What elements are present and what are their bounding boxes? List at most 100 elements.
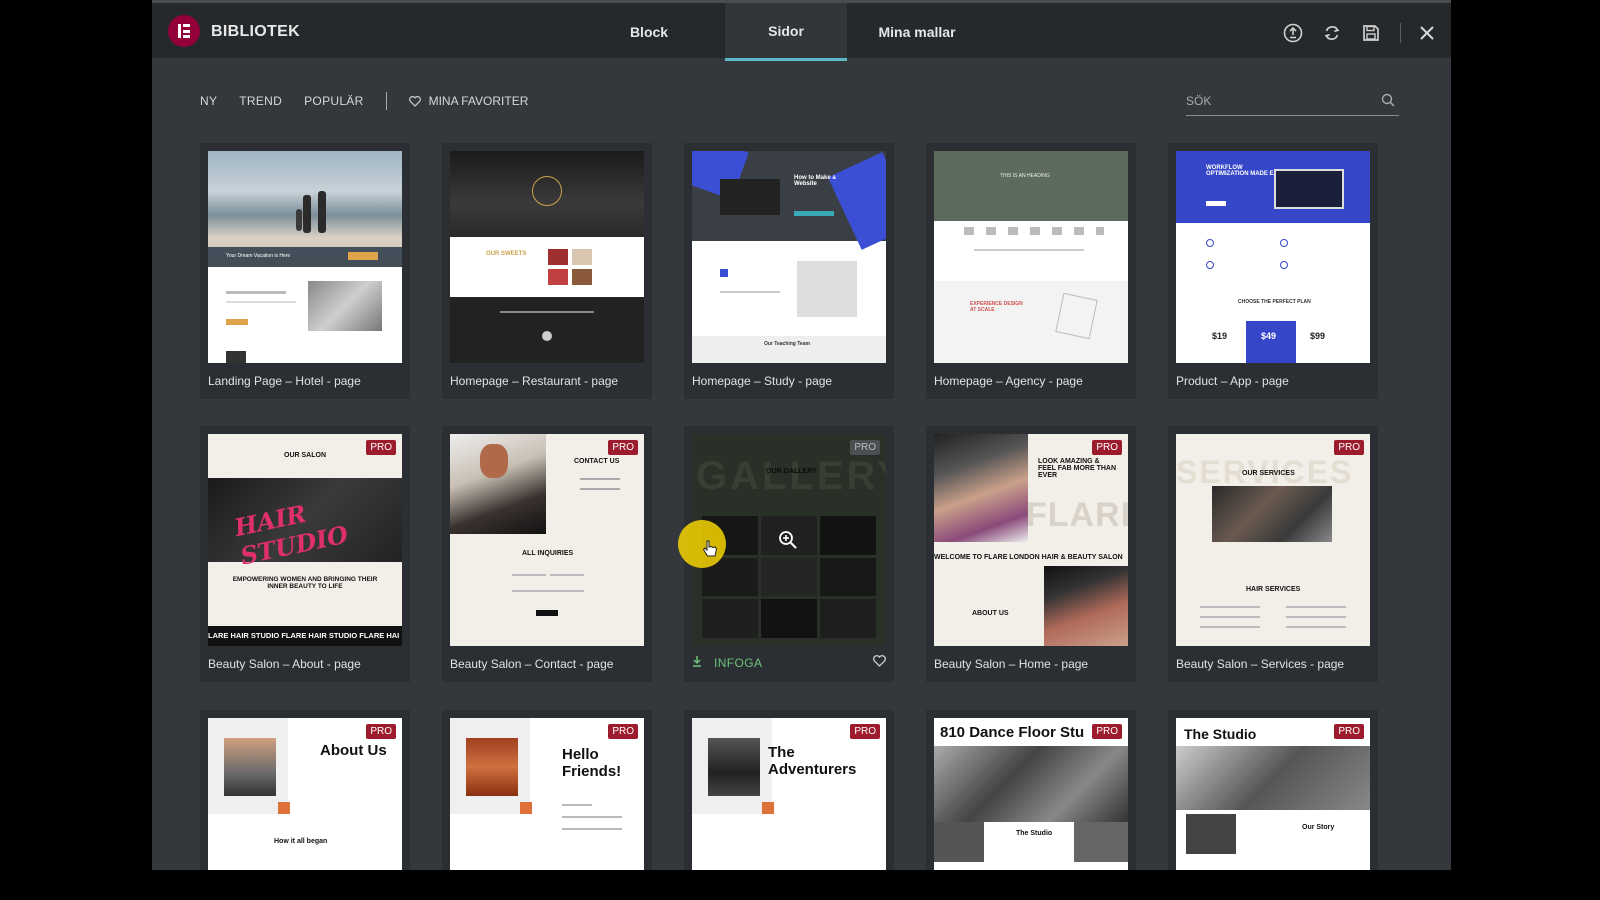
sync-icon[interactable] bbox=[1321, 22, 1343, 44]
template-thumbnail[interactable]: PRO Hello Friends! bbox=[450, 718, 644, 870]
template-card-the-studio[interactable]: PRO The Studio Our Story bbox=[1168, 710, 1378, 870]
pro-badge: PRO bbox=[366, 724, 396, 739]
template-card-salon-gallery[interactable]: PRO GALLERY OUR GALLERY INFOGA bbox=[678, 426, 894, 682]
template-thumbnail[interactable]: PRO The Adventurers bbox=[692, 718, 886, 870]
template-title: Homepage – Agency - page bbox=[934, 374, 1083, 388]
thumb-text: LARE HAIR STUDIO FLARE HAIR STUDIO FLARE… bbox=[208, 631, 400, 640]
thumb-text: $99 bbox=[1310, 331, 1326, 341]
search-box bbox=[1186, 89, 1399, 116]
tab-sidor[interactable]: Sidor bbox=[725, 3, 847, 61]
thumb-text: The Studio bbox=[1016, 830, 1053, 837]
thumb-text: Your Dream Vacation is Here bbox=[226, 253, 291, 259]
tab-block[interactable]: Block bbox=[598, 3, 700, 61]
thumb-text: 810 Dance Floor Stu bbox=[940, 724, 1085, 741]
thumb-text: Hello Friends! bbox=[562, 746, 622, 780]
template-card-app[interactable]: WORKFLOW OPTIMIZATION MADE EASY CHOOSE T… bbox=[1168, 143, 1378, 399]
template-card-hello-friends[interactable]: PRO Hello Friends! bbox=[442, 710, 652, 870]
template-card-study[interactable]: How to Make a Website Our Teaching Team … bbox=[684, 143, 894, 399]
thumb-text: ALL INQUIRIES bbox=[522, 550, 574, 557]
zoom-icon[interactable] bbox=[778, 530, 798, 555]
thumb-text: About Us bbox=[320, 742, 387, 759]
thumb-text: The Adventurers bbox=[768, 744, 857, 778]
thumb-text: OUR SALON bbox=[284, 452, 326, 459]
filter-favorites[interactable]: MINA FAVORITER bbox=[408, 94, 529, 108]
template-library-modal: BIBLIOTEK Block Sidor Mina mallar NY TRE… bbox=[152, 0, 1451, 870]
template-thumbnail[interactable]: Your Dream Vacation is Here bbox=[208, 151, 402, 363]
template-thumbnail[interactable]: THIS IS AN HEADING EXPERIENCE DESIGN AT … bbox=[934, 151, 1128, 363]
download-icon[interactable] bbox=[692, 654, 702, 672]
template-card-adventurers[interactable]: PRO The Adventurers bbox=[684, 710, 894, 870]
thumb-text: WELCOME TO FLARE LONDON HAIR & BEAUTY SA… bbox=[934, 554, 1123, 561]
filter-ny[interactable]: NY bbox=[200, 94, 217, 108]
template-thumbnail[interactable]: PRO CONTACT US ALL INQUIRIES bbox=[450, 434, 644, 646]
thumb-text: FLARE bbox=[1026, 496, 1128, 534]
template-title: Beauty Salon – About - page bbox=[208, 657, 361, 671]
thumb-text: CHOOSE THE PERFECT PLAN bbox=[1238, 299, 1311, 305]
favorite-heart-icon[interactable] bbox=[873, 654, 886, 672]
thumb-text: EXPERIENCE DESIGN AT SCALE bbox=[970, 301, 1023, 313]
header-divider bbox=[1400, 23, 1401, 43]
pro-badge: PRO bbox=[1334, 440, 1364, 455]
thumb-text: OUR SERVICES bbox=[1242, 470, 1295, 477]
thumb-text: $49 bbox=[1261, 331, 1277, 341]
thumb-text: THIS IS AN HEADING bbox=[1000, 173, 1050, 179]
template-card-salon-about[interactable]: PRO OUR SALON HAIR STUDIO EMPOWERING WOM… bbox=[200, 426, 410, 682]
template-title: Beauty Salon – Services - page bbox=[1176, 657, 1345, 671]
thumb-text: OUR SWEETS bbox=[486, 251, 527, 257]
search-icon[interactable] bbox=[1381, 93, 1395, 112]
template-title: Homepage – Restaurant - page bbox=[450, 374, 619, 388]
thumb-text: ABOUT US bbox=[972, 610, 1009, 617]
pro-badge: PRO bbox=[1092, 440, 1122, 455]
insert-button[interactable]: INFOGA bbox=[714, 656, 762, 670]
library-title: BIBLIOTEK bbox=[211, 23, 300, 40]
pro-badge: PRO bbox=[850, 724, 880, 739]
thumb-text: How it all began bbox=[274, 838, 328, 845]
search-input[interactable] bbox=[1186, 89, 1366, 113]
thumb-text: How to Make a Website bbox=[794, 175, 836, 187]
thumb-text: CONTACT US bbox=[574, 458, 620, 465]
pro-badge: PRO bbox=[608, 724, 638, 739]
thumb-text: Our Teaching Team bbox=[764, 341, 810, 347]
template-card-restaurant[interactable]: OUR SWEETS Homepage – Restaurant - page bbox=[442, 143, 652, 399]
template-card-agency[interactable]: THIS IS AN HEADING EXPERIENCE DESIGN AT … bbox=[926, 143, 1136, 399]
template-card-salon-home[interactable]: PRO LOOK AMAZING & FEEL FAB MORE THAN EV… bbox=[926, 426, 1136, 682]
template-title: Homepage – Study - page bbox=[692, 374, 833, 388]
heart-icon bbox=[408, 95, 421, 107]
filter-popular[interactable]: POPULÄR bbox=[304, 94, 363, 108]
save-icon[interactable] bbox=[1360, 22, 1382, 44]
favorites-label: MINA FAVORITER bbox=[428, 94, 529, 108]
library-header: BIBLIOTEK Block Sidor Mina mallar bbox=[152, 0, 1451, 61]
template-title: Beauty Salon – Home - page bbox=[934, 657, 1089, 671]
thumb-text: EMPOWERING WOMEN AND BRINGING THEIR INNE… bbox=[232, 576, 378, 590]
template-card-about-us[interactable]: PRO About Us How it all began bbox=[200, 710, 410, 870]
pro-badge: PRO bbox=[850, 440, 880, 455]
template-thumbnail[interactable]: How to Make a Website Our Teaching Team bbox=[692, 151, 886, 363]
info-icon[interactable] bbox=[1282, 22, 1304, 44]
pro-badge: PRO bbox=[608, 440, 638, 455]
template-thumbnail[interactable]: PRO About Us How it all began bbox=[208, 718, 402, 870]
thumb-text: The Studio bbox=[1184, 726, 1257, 742]
template-thumbnail[interactable]: PRO OUR SALON HAIR STUDIO EMPOWERING WOM… bbox=[208, 434, 402, 646]
template-title: Beauty Salon – Contact - page bbox=[450, 657, 614, 671]
template-thumbnail[interactable]: PRO 810 Dance Floor Stu The Studio bbox=[934, 718, 1128, 870]
pro-badge: PRO bbox=[1334, 724, 1364, 739]
template-thumbnail[interactable]: PRO The Studio Our Story bbox=[1176, 718, 1370, 870]
template-card-dance[interactable]: PRO 810 Dance Floor Stu The Studio bbox=[926, 710, 1136, 870]
template-card-hotel[interactable]: Your Dream Vacation is Here Landing Page… bbox=[200, 143, 410, 399]
hand-cursor-icon bbox=[702, 540, 718, 563]
template-card-salon-contact[interactable]: PRO CONTACT US ALL INQUIRIES Beauty Salo… bbox=[442, 426, 652, 682]
filter-bar: NY TREND POPULÄR MINA FAVORITER bbox=[200, 92, 528, 110]
template-thumbnail[interactable]: PRO SERVICES OUR SERVICES HAIR SERVICES bbox=[1176, 434, 1370, 646]
pro-badge: PRO bbox=[1092, 724, 1122, 739]
filter-trend[interactable]: TREND bbox=[239, 94, 282, 108]
template-thumbnail[interactable]: PRO LOOK AMAZING & FEEL FAB MORE THAN EV… bbox=[934, 434, 1128, 646]
thumb-text: LOOK AMAZING & FEEL FAB MORE THAN EVER bbox=[1038, 458, 1117, 479]
tab-mina-mallar[interactable]: Mina mallar bbox=[852, 3, 982, 61]
close-icon[interactable] bbox=[1416, 22, 1438, 44]
thumb-text: $19 bbox=[1212, 331, 1228, 341]
template-thumbnail[interactable]: OUR SWEETS bbox=[450, 151, 644, 363]
template-thumbnail[interactable]: WORKFLOW OPTIMIZATION MADE EASY CHOOSE T… bbox=[1176, 151, 1370, 363]
thumb-text: Our Story bbox=[1302, 824, 1335, 831]
template-card-salon-services[interactable]: PRO SERVICES OUR SERVICES HAIR SERVICES … bbox=[1168, 426, 1378, 682]
thumb-text: HAIR SERVICES bbox=[1246, 586, 1301, 593]
